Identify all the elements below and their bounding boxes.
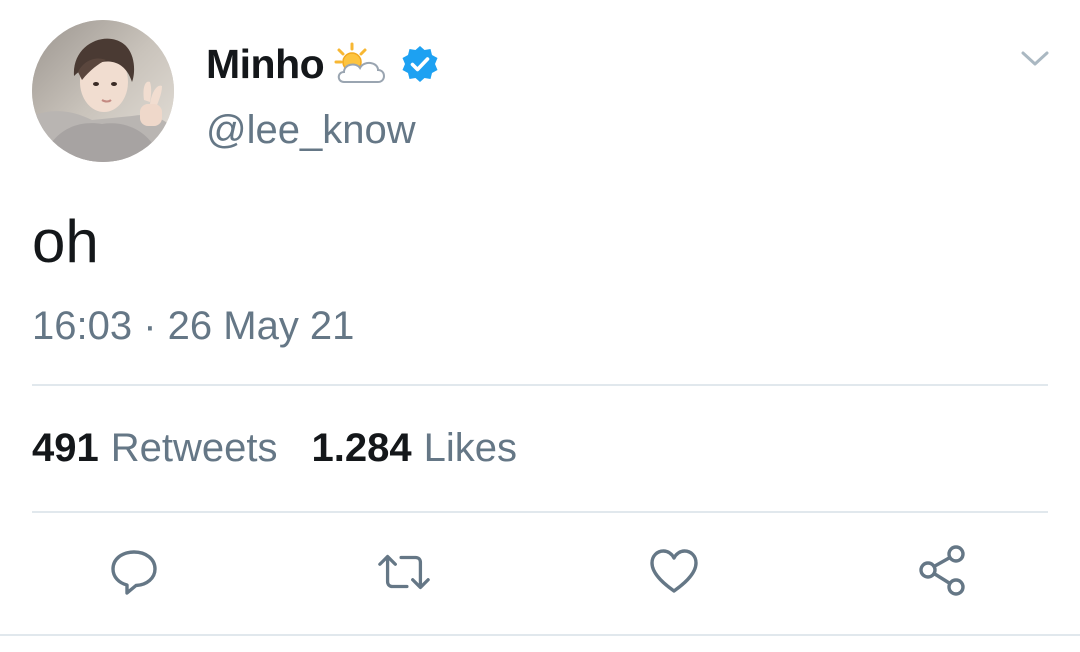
retweets-label: Retweets [110,426,278,470]
like-button[interactable] [646,544,702,600]
tweet-timestamp[interactable]: 16:03 · 26 May 21 [32,304,354,349]
display-name[interactable]: Minho [206,41,325,88]
likes-stat[interactable]: 1.284 Likes [312,426,518,471]
share-button[interactable] [916,544,972,600]
share-icon [919,545,965,596]
retweets-count: 491 [32,426,99,470]
divider [32,384,1048,386]
verified-badge-icon [400,44,440,84]
user-handle[interactable]: @lee_know [206,108,416,153]
reply-icon [111,550,157,595]
divider [32,511,1048,513]
tweet-stats: 491 Retweets 1.284 Likes [32,426,517,471]
tweet-text: oh [32,208,99,275]
heart-icon [650,549,698,593]
retweet-icon [378,554,430,590]
retweets-stat[interactable]: 491 Retweets [32,426,278,471]
sun-behind-cloud-icon [334,42,388,86]
divider [0,634,1080,636]
retweet-button[interactable] [376,544,432,600]
likes-label: Likes [423,426,517,470]
likes-count: 1.284 [311,426,412,470]
tweet-card: Minho @lee_know oh 16:03 · 26 May 21 491… [0,0,1080,652]
reply-button[interactable] [106,544,162,600]
avatar[interactable] [32,20,174,162]
chevron-down-icon[interactable] [1018,42,1052,76]
user-name-row: Minho [206,38,440,90]
